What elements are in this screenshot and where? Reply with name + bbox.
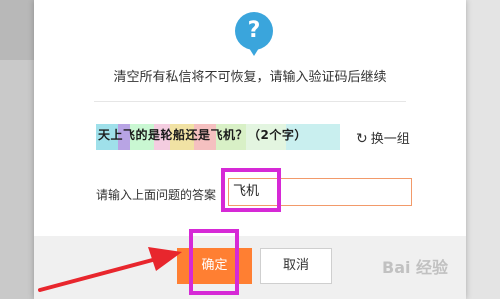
backdrop-left-top <box>0 0 34 60</box>
cancel-button[interactable]: 取消 <box>260 248 332 284</box>
refresh-captcha-link[interactable]: ↻ 换一组 <box>356 128 410 147</box>
watermark: Bai 经验 <box>382 258 449 277</box>
highlight-box-confirm <box>189 229 239 295</box>
question-icon: ? <box>235 12 273 56</box>
answer-label: 请输入上面问题的答案 <box>96 188 217 202</box>
refresh-icon: ↻ <box>356 131 368 147</box>
captcha-text: 天上飞的是轮船还是飞机？（2个字） <box>98 128 307 142</box>
captcha-image: 天上飞的是轮船还是飞机？（2个字） <box>96 124 340 150</box>
divider <box>94 101 406 102</box>
backdrop-right <box>466 0 500 299</box>
dialog-message: 清空所有私信将不可恢复，请输入验证码后继续 <box>113 70 387 85</box>
highlight-box-answer <box>221 168 281 212</box>
refresh-label: 换一组 <box>370 132 410 147</box>
backdrop-left <box>0 60 34 299</box>
